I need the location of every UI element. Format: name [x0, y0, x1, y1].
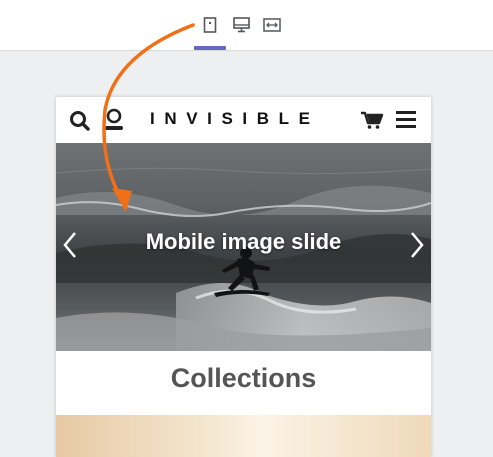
mobile-icon: [203, 17, 217, 33]
store-brand-logo[interactable]: INVISIBLE: [150, 109, 334, 131]
desktop-icon: [232, 17, 250, 33]
cart-icon[interactable]: [360, 110, 384, 130]
slide-caption: Mobile image slide: [145, 229, 342, 254]
search-icon[interactable]: [69, 110, 91, 132]
menu-icon[interactable]: [395, 109, 417, 129]
mobile-view-button[interactable]: [194, 12, 226, 50]
desktop-view-button[interactable]: [225, 12, 257, 38]
chevron-left-icon[interactable]: [62, 231, 78, 259]
account-icon[interactable]: [103, 108, 125, 132]
collection-image[interactable]: [56, 415, 431, 457]
fullwidth-view-button[interactable]: [256, 12, 288, 38]
chevron-right-icon[interactable]: [409, 231, 425, 259]
image-slide[interactable]: Mobile image slide: [56, 143, 431, 351]
collections-heading: Collections: [170, 363, 317, 393]
device-toolbar: [0, 0, 493, 51]
store-header: INVISIBLE: [56, 97, 431, 143]
mobile-preview-frame: INVISIBLE Mobile image slide Collections: [56, 97, 431, 457]
fullwidth-icon: [263, 18, 281, 32]
